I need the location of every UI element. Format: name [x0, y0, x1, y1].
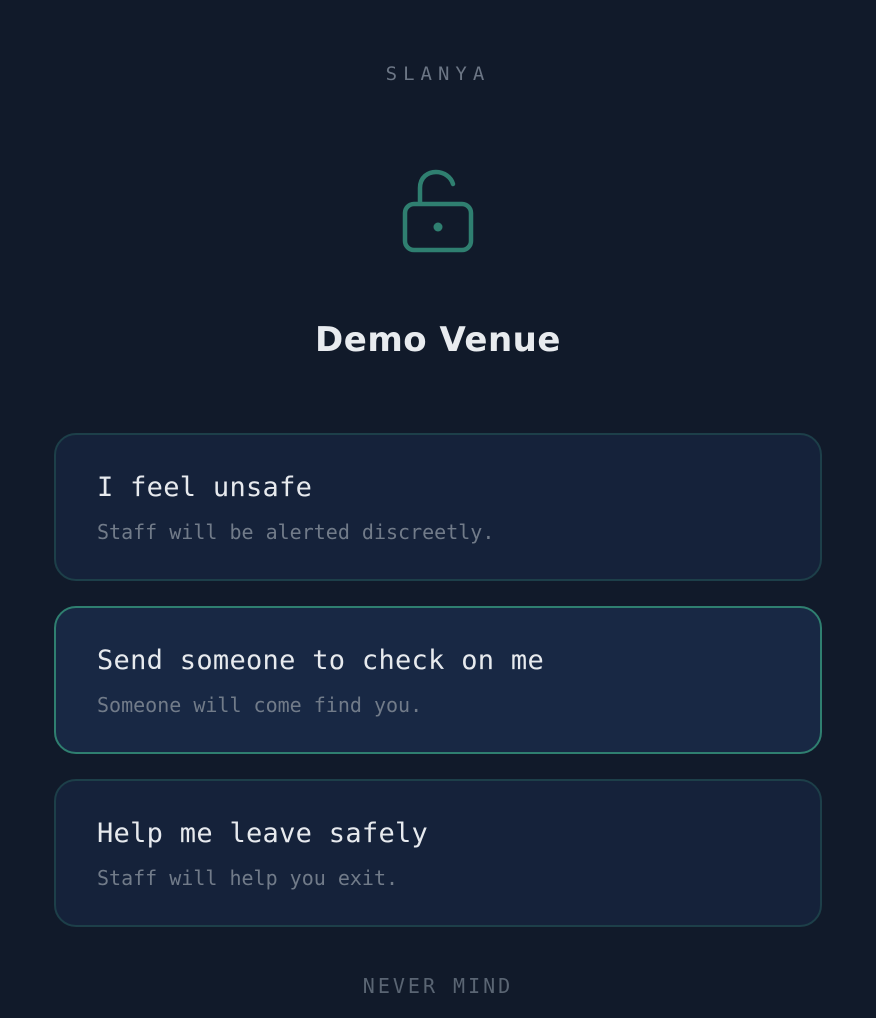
never-mind-button[interactable]: NEVER MIND	[0, 972, 876, 1000]
brand-name: SLANYA	[385, 63, 491, 85]
option-leave-safely[interactable]: Help me leave safely Staff will help you…	[54, 779, 822, 927]
option-title: Help me leave safely	[97, 818, 429, 849]
option-feel-unsafe[interactable]: I feel unsafe Staff will be alerted disc…	[54, 433, 822, 581]
option-subtitle: Staff will be alerted discreetly.	[97, 520, 495, 544]
venue-title: Demo Venue	[315, 320, 561, 360]
option-subtitle: Staff will help you exit.	[97, 866, 399, 890]
option-subtitle: Someone will come find you.	[97, 693, 423, 717]
option-title: Send someone to check on me	[97, 645, 544, 676]
unlocked-padlock-icon	[398, 168, 478, 256]
option-title: I feel unsafe	[97, 472, 313, 503]
option-check-on-me[interactable]: Send someone to check on me Someone will…	[54, 606, 822, 754]
